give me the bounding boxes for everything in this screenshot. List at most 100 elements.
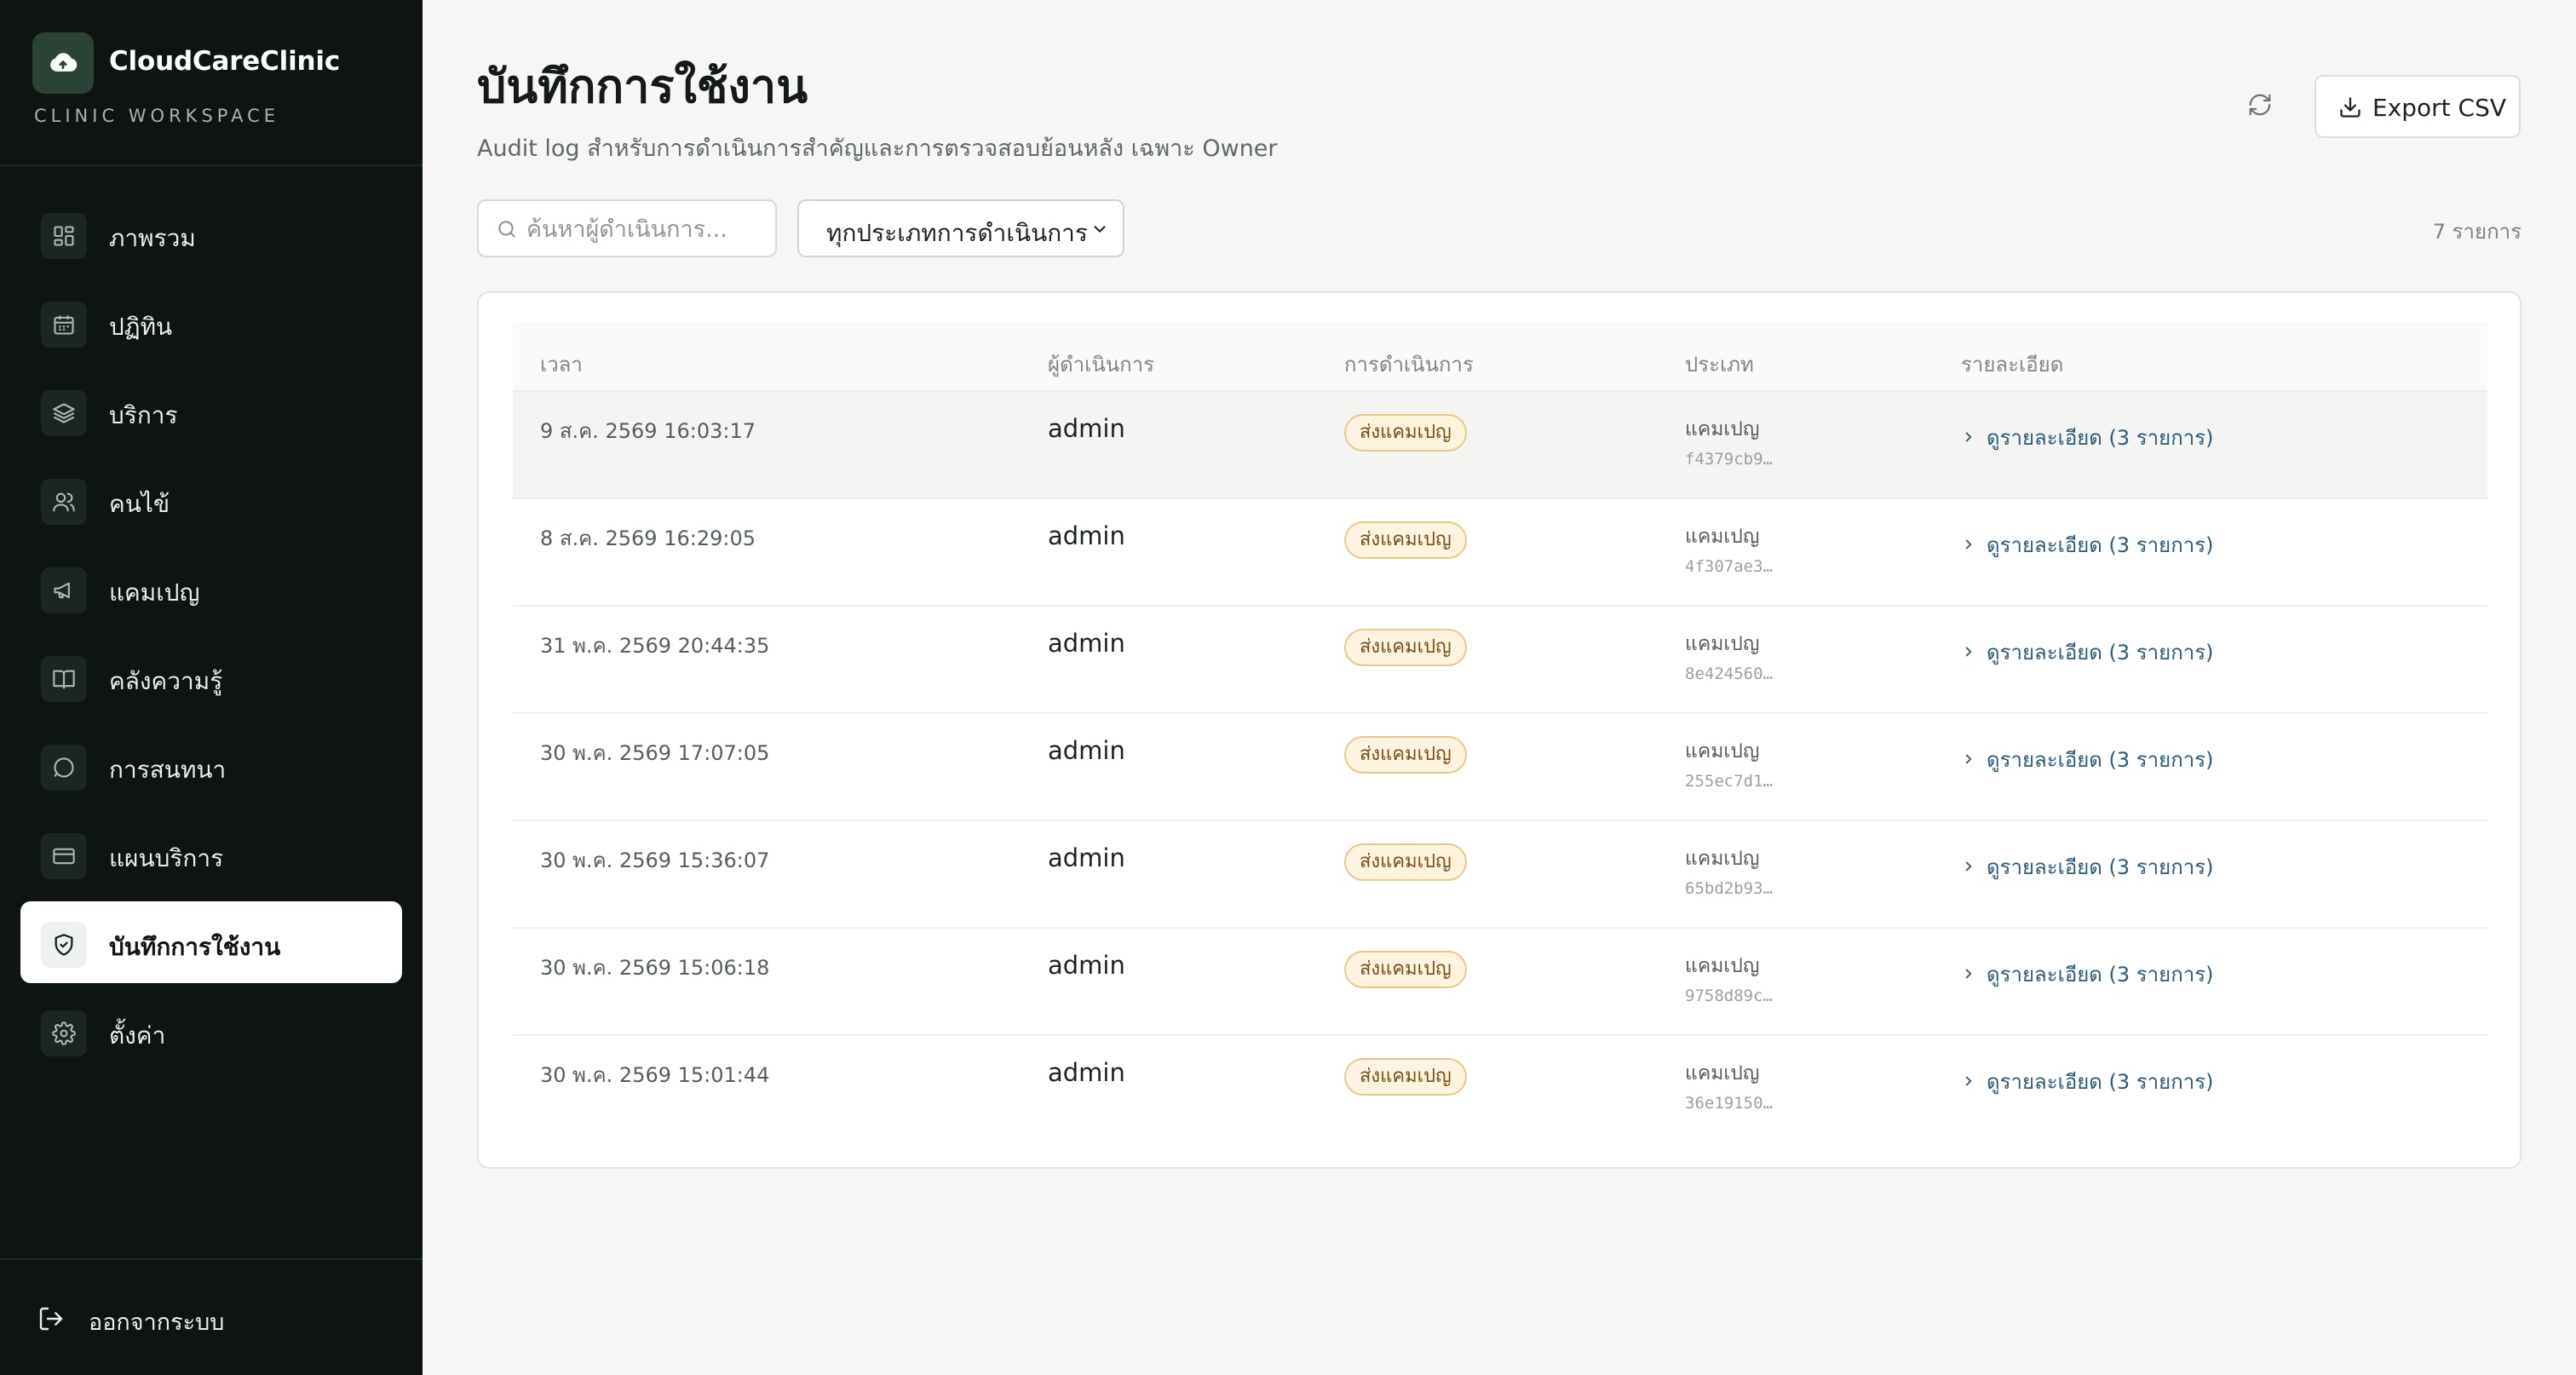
action-badge: ส่งแคมเปญ: [1344, 1058, 1467, 1096]
sidebar-divider: [0, 164, 423, 166]
row-time: 30 พ.ค. 2569 15:01:44: [540, 1063, 770, 1087]
sidebar-item-label: ปฏิทิน: [109, 313, 173, 341]
sidebar-item-conversations[interactable]: การสนทนา: [20, 724, 402, 806]
chevron-right-icon: [1961, 1070, 1976, 1094]
sidebar-item-label: การสนทนา: [109, 756, 227, 784]
column-header-action: การดำเนินการ: [1344, 353, 1474, 377]
credit-card-icon: [41, 833, 87, 879]
action-badge: ส่งแคมเปญ: [1344, 951, 1467, 988]
table-row[interactable]: 31 พ.ค. 2569 20:44:35 admin ส่งแคมเปญ แค…: [513, 607, 2487, 714]
row-actor: admin: [1048, 629, 1125, 658]
sidebar-item-knowledge-base[interactable]: คลังความรู้: [20, 636, 402, 717]
search-input[interactable]: [526, 211, 765, 247]
users-icon: [41, 479, 87, 525]
view-details-label: ดูรายละเอียด (3 รายการ): [1987, 533, 2214, 557]
sidebar-item-label: แผนบริการ: [109, 844, 224, 872]
table-row[interactable]: 9 ส.ค. 2569 16:03:17 admin ส่งแคมเปญ แคม…: [513, 392, 2487, 499]
logout-button[interactable]: ออกจากระบบ: [37, 1297, 293, 1339]
sidebar-item-label: บริการ: [109, 401, 178, 429]
action-badge: ส่งแคมเปญ: [1344, 736, 1467, 774]
row-entity-id: f4379cb9…: [1685, 450, 1773, 469]
view-details-label: ดูรายละเอียด (3 รายการ): [1987, 641, 2214, 664]
table-row[interactable]: 8 ส.ค. 2569 16:29:05 admin ส่งแคมเปญ แคม…: [513, 499, 2487, 607]
row-actor: admin: [1048, 1058, 1125, 1087]
sidebar-item-campaigns[interactable]: แคมเปญ: [20, 547, 402, 629]
megaphone-icon: [41, 567, 87, 613]
audit-log-table: เวลา ผู้ดำเนินการ การดำเนินการ ประเภท รา…: [477, 291, 2521, 1169]
sidebar: CloudCareClinic CLINIC WORKSPACE ภาพรวม …: [0, 0, 423, 1375]
layers-icon: [41, 390, 87, 436]
action-badge: ส่งแคมเปญ: [1344, 629, 1467, 666]
table-row[interactable]: 30 พ.ค. 2569 15:01:44 admin ส่งแคมเปญ แค…: [513, 1036, 2487, 1143]
row-entity-id: 255ec7d1…: [1685, 772, 1773, 791]
sidebar-item-label: ตั้งค่า: [109, 1021, 166, 1050]
logout-icon: [37, 1305, 65, 1336]
view-details-link[interactable]: ดูรายละเอียด (3 รายการ): [1961, 958, 2213, 991]
action-type-select[interactable]: ทุกประเภทการดำเนินการ: [797, 199, 1124, 257]
dashboard-grid-icon: [41, 213, 87, 259]
table-row[interactable]: 30 พ.ค. 2569 15:06:18 admin ส่งแคมเปญ แค…: [513, 929, 2487, 1036]
download-icon: [2338, 95, 2362, 123]
row-entity-id: 36e19150…: [1685, 1094, 1773, 1113]
sidebar-item-plans[interactable]: แผนบริการ: [20, 813, 402, 895]
row-time: 30 พ.ค. 2569 15:06:18: [540, 956, 770, 980]
row-type: แคมเปญ: [1685, 418, 1760, 440]
gear-icon: [41, 1010, 87, 1056]
row-type: แคมเปญ: [1685, 955, 1760, 977]
row-entity-id: 4f307ae3…: [1685, 557, 1773, 576]
search-box[interactable]: [477, 199, 777, 257]
brand[interactable]: CloudCareClinic CLINIC WORKSPACE: [32, 32, 407, 135]
view-details-label: ดูรายละเอียด (3 รายการ): [1987, 426, 2214, 450]
view-details-link[interactable]: ดูรายละเอียด (3 รายการ): [1961, 743, 2213, 776]
view-details-link[interactable]: ดูรายละเอียด (3 รายการ): [1961, 528, 2213, 561]
view-details-link[interactable]: ดูรายละเอียด (3 รายการ): [1961, 636, 2213, 669]
row-actor: admin: [1048, 951, 1125, 980]
table-header: เวลา ผู้ดำเนินการ การดำเนินการ ประเภท รา…: [513, 322, 2487, 392]
row-entity-id: 9758d89c…: [1685, 987, 1773, 1005]
logout-label: ออกจากระบบ: [89, 1309, 225, 1336]
chevron-right-icon: [1961, 748, 1976, 772]
search-icon: [496, 218, 518, 244]
row-time: 30 พ.ค. 2569 15:36:07: [540, 849, 770, 872]
chevron-right-icon: [1961, 641, 1976, 664]
row-time: 8 ส.ค. 2569 16:29:05: [540, 526, 756, 550]
sidebar-item-label: แคมเปญ: [109, 578, 200, 607]
book-icon: [41, 656, 87, 702]
sidebar-item-patients[interactable]: คนไข้: [20, 458, 402, 540]
brand-name: CloudCareClinic: [109, 46, 340, 77]
sidebar-item-settings[interactable]: ตั้งค่า: [20, 990, 402, 1072]
row-actor: admin: [1048, 521, 1125, 550]
sidebar-item-label: บันทึกการใช้งาน: [109, 933, 281, 961]
calendar-icon: [41, 302, 87, 348]
chevron-right-icon: [1961, 426, 1976, 450]
view-details-label: ดูรายละเอียด (3 รายการ): [1987, 855, 2214, 879]
chevron-right-icon: [1961, 855, 1976, 879]
refresh-button[interactable]: [2237, 83, 2283, 129]
sidebar-item-overview[interactable]: ภาพรวม: [20, 193, 402, 274]
table-row[interactable]: 30 พ.ค. 2569 15:36:07 admin ส่งแคมเปญ แค…: [513, 821, 2487, 929]
record-count: 7 รายการ: [2432, 220, 2521, 244]
row-type: แคมเปญ: [1685, 848, 1760, 870]
chat-bubble-icon: [41, 745, 87, 791]
sidebar-divider: [0, 1258, 423, 1260]
sidebar-item-label: ภาพรวม: [109, 224, 196, 252]
row-type: แคมเปญ: [1685, 1062, 1760, 1084]
sidebar-item-label: คนไข้: [109, 490, 170, 518]
sidebar-item-calendar[interactable]: ปฏิทิน: [20, 281, 402, 363]
row-type: แคมเปญ: [1685, 740, 1760, 762]
column-header-actor: ผู้ดำเนินการ: [1048, 353, 1155, 377]
row-time: 9 ส.ค. 2569 16:03:17: [540, 419, 756, 443]
action-badge: ส่งแคมเปญ: [1344, 521, 1467, 559]
view-details-label: ดูรายละเอียด (3 รายการ): [1987, 963, 2214, 987]
sidebar-item-audit-log[interactable]: บันทึกการใช้งาน: [20, 901, 402, 983]
export-csv-button[interactable]: Export CSV: [2314, 75, 2521, 138]
view-details-link[interactable]: ดูรายละเอียด (3 รายการ): [1961, 421, 2213, 454]
sidebar-item-services[interactable]: บริการ: [20, 370, 402, 452]
view-details-link[interactable]: ดูรายละเอียด (3 รายการ): [1961, 850, 2213, 883]
chevron-down-icon: [1090, 220, 1109, 242]
row-time: 30 พ.ค. 2569 17:07:05: [540, 741, 770, 765]
view-details-label: ดูรายละเอียด (3 รายการ): [1987, 748, 2214, 772]
view-details-link[interactable]: ดูรายละเอียด (3 รายการ): [1961, 1065, 2213, 1098]
table-row[interactable]: 30 พ.ค. 2569 17:07:05 admin ส่งแคมเปญ แค…: [513, 714, 2487, 821]
brand-subtitle: CLINIC WORKSPACE: [34, 106, 280, 126]
